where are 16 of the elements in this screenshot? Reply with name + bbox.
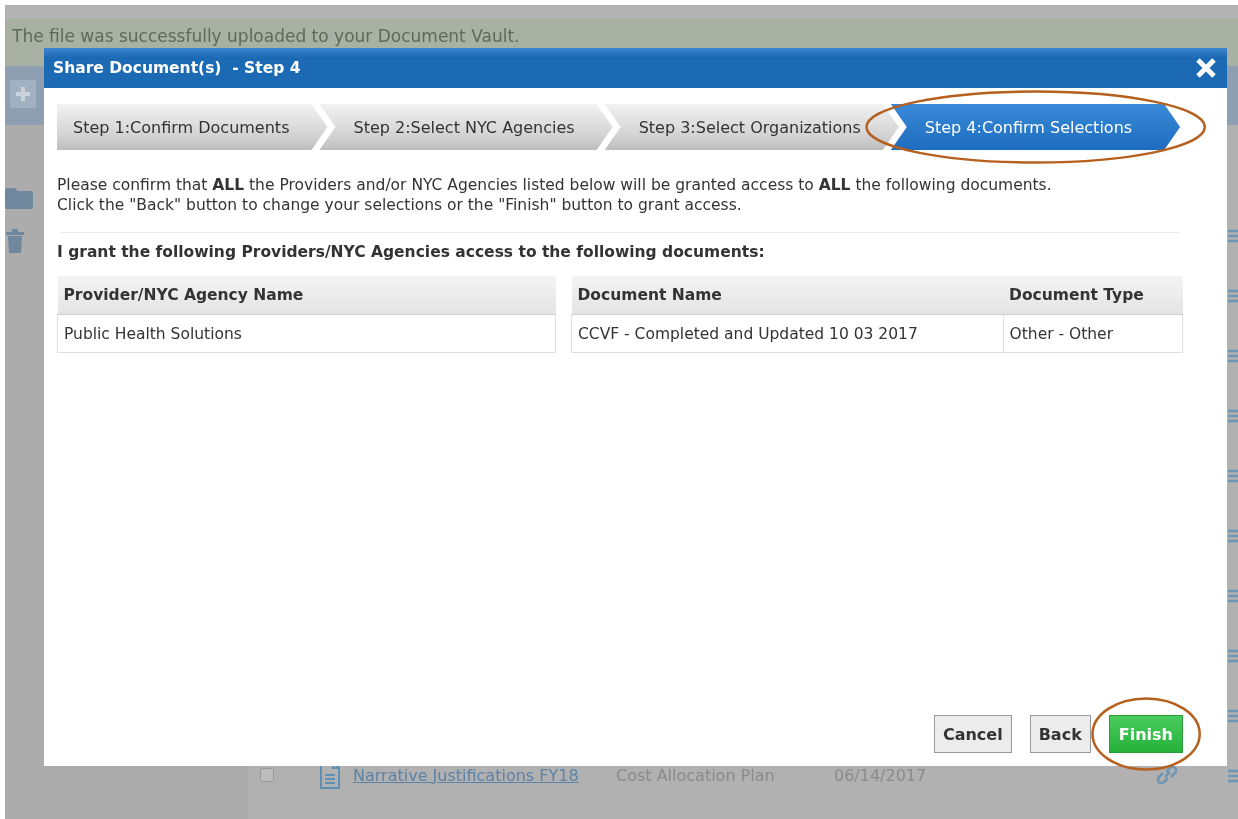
wizard-step[interactable]: Step 2:Select NYC Agencies bbox=[319, 104, 613, 150]
table-cell: CCVF - Completed and Updated 10 03 2017 bbox=[571, 314, 1004, 353]
banner-message: The file was successfully uploaded to your Document Vault. bbox=[12, 26, 520, 46]
cancel-button[interactable]: Cancel bbox=[933, 715, 1012, 753]
back-button[interactable]: Back bbox=[1029, 715, 1091, 753]
wizard-step[interactable]: Step 3:Select Organizations bbox=[604, 104, 899, 150]
column-header: Provider/NYC Agency Name bbox=[57, 276, 556, 315]
column-header: Document Type bbox=[1003, 276, 1183, 315]
table-cell: Other - Other bbox=[1003, 314, 1183, 353]
grant-heading: I grant the following Providers/NYC Agencies access to the following documents: bbox=[57, 243, 766, 261]
column-header: Document Name bbox=[571, 276, 1004, 315]
wizard-step[interactable]: Step 4:Confirm Selections bbox=[890, 104, 1181, 150]
dialog-title: Share Document(s) - Step 4 bbox=[53, 59, 301, 77]
instructions-text: Please confirm that ALL the Providers and/or NYC Agencies listed below will be granted access to ALL the following documents. Click the "Back" button to change your selections or the "Finish" button to grant access. bbox=[57, 175, 1053, 215]
table-cell: Public Health Solutions bbox=[57, 314, 556, 353]
wizard-step[interactable]: Step 1:Confirm Documents bbox=[57, 104, 328, 150]
